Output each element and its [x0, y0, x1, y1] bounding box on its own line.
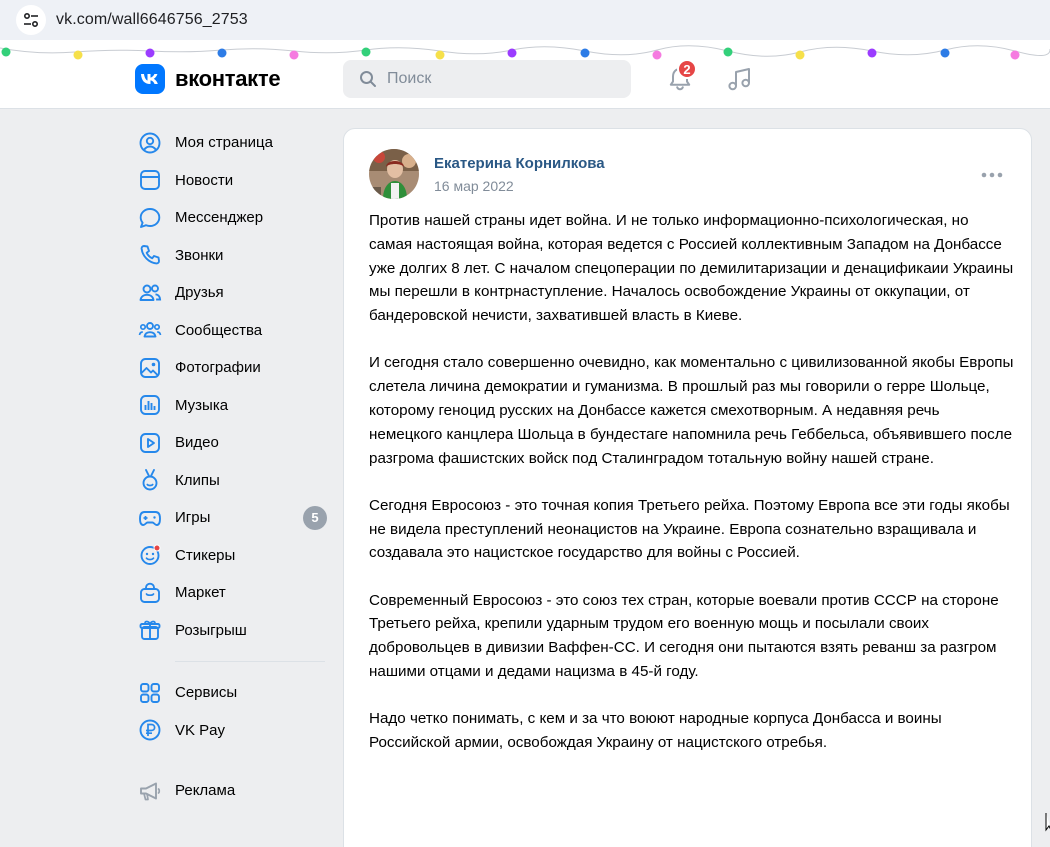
sidebar-item-games[interactable]: Игры 5 [135, 499, 335, 537]
post-author-name[interactable]: Екатерина Корнилкова [434, 155, 605, 172]
mouse-cursor-icon [1045, 813, 1050, 832]
games-icon [139, 510, 161, 526]
post-paragraph: Против нашей страны идет война. И не тол… [369, 212, 1014, 325]
photo-icon [140, 357, 160, 378]
sidebar-item-stickers[interactable]: Стикеры [135, 537, 335, 575]
sidebar-item-my-page[interactable]: Моя страница [135, 124, 335, 162]
phone-icon [140, 245, 160, 265]
sidebar-item-label: Мессенджер [175, 209, 264, 227]
video-icon [140, 432, 160, 453]
sidebar-item-label: Моя страница [175, 134, 273, 152]
sidebar-item-music[interactable]: Музыка [135, 387, 335, 425]
sidebar-item-label: Стикеры [175, 546, 236, 564]
sidebar-item-news[interactable]: Новости [135, 162, 335, 200]
garland-decoration [0, 45, 1050, 60]
post-paragraph: Современный Евросоюз - это союз тех стра… [369, 591, 999, 680]
post-paragraph: Сегодня Евросоюз - это точная копия Трет… [369, 496, 1010, 562]
sidebar-item-clips[interactable]: Клипы [135, 462, 335, 500]
news-icon [140, 170, 160, 191]
search-input[interactable] [387, 70, 607, 88]
site-info-icon[interactable] [16, 5, 46, 35]
music-icon [140, 395, 160, 416]
friends-icon [139, 284, 162, 301]
url-field[interactable]: vk.com/wall6646756_2753 [56, 11, 248, 29]
clips-icon [142, 469, 158, 491]
message-icon [139, 207, 161, 228]
games-counter-badge: 5 [303, 505, 327, 530]
sidebar-item-label: Сервисы [175, 684, 238, 702]
sidebar-item-calls[interactable]: Звонки [135, 237, 335, 275]
stickers-icon [140, 544, 161, 566]
sidebar-item-label: Видео [175, 434, 219, 452]
sidebar-item-label: Фотографии [175, 359, 261, 377]
sidebar-item-market[interactable]: Маркет [135, 574, 335, 612]
sidebar-divider [175, 661, 325, 662]
sidebar-item-label: Музыка [175, 396, 229, 414]
post-text: Против нашей страны идет война. И не тол… [369, 209, 1014, 778]
sidebar-item-label: Реклама [175, 782, 236, 800]
sidebar-item-friends[interactable]: Друзья [135, 274, 335, 312]
market-icon [140, 582, 160, 603]
megaphone-icon [140, 782, 161, 801]
sidebar-item-label: Новости [175, 171, 234, 189]
sidebar-item-communities[interactable]: Сообщества [135, 312, 335, 350]
sidebar-item-label: Розыгрыш [175, 621, 247, 639]
sidebar-item-messenger[interactable]: Мессенджер [135, 199, 335, 237]
sidebar-item-label: Сообщества [175, 321, 263, 339]
sidebar-item-label: Маркет [175, 584, 226, 602]
post-paragraph: Надо четко понимать, с кем и за что воюю… [369, 710, 942, 751]
sidebar-item-label: VK Pay [175, 721, 226, 739]
post-paragraph: И сегодня стало совершенно очевидно, как… [369, 354, 1014, 467]
left-sidebar: Моя страница Новости Мессенджер Звонки Д… [135, 124, 335, 810]
sidebar-item-services[interactable]: Сервисы [135, 674, 335, 712]
search-icon [360, 71, 376, 87]
user-circle-icon [139, 132, 161, 154]
browser-address-bar: vk.com/wall6646756_2753 [0, 0, 1050, 40]
post-date[interactable]: 16 мар 2022 [434, 178, 514, 194]
sidebar-item-label: Игры [175, 509, 211, 527]
sidebar-item-giveaway[interactable]: Розыгрыш [135, 612, 335, 650]
sidebar-item-vkpay[interactable]: VK Pay [135, 712, 335, 750]
communities-icon [138, 322, 162, 338]
author-avatar[interactable] [369, 149, 419, 199]
sidebar-item-label: Друзья [175, 284, 224, 302]
more-options-icon[interactable] [980, 165, 1004, 185]
services-icon [140, 682, 160, 703]
vkpay-icon [139, 719, 161, 741]
post-card: Екатерина Корнилкова 16 мар 2022 Против … [343, 128, 1032, 847]
sidebar-item-label: Клипы [175, 471, 220, 489]
sidebar-item-photos[interactable]: Фотографии [135, 349, 335, 387]
gift-icon [139, 620, 161, 641]
sidebar-item-label: Звонки [175, 246, 224, 264]
sidebar-item-video[interactable]: Видео [135, 424, 335, 462]
sidebar-item-ads[interactable]: Реклама [135, 772, 335, 810]
